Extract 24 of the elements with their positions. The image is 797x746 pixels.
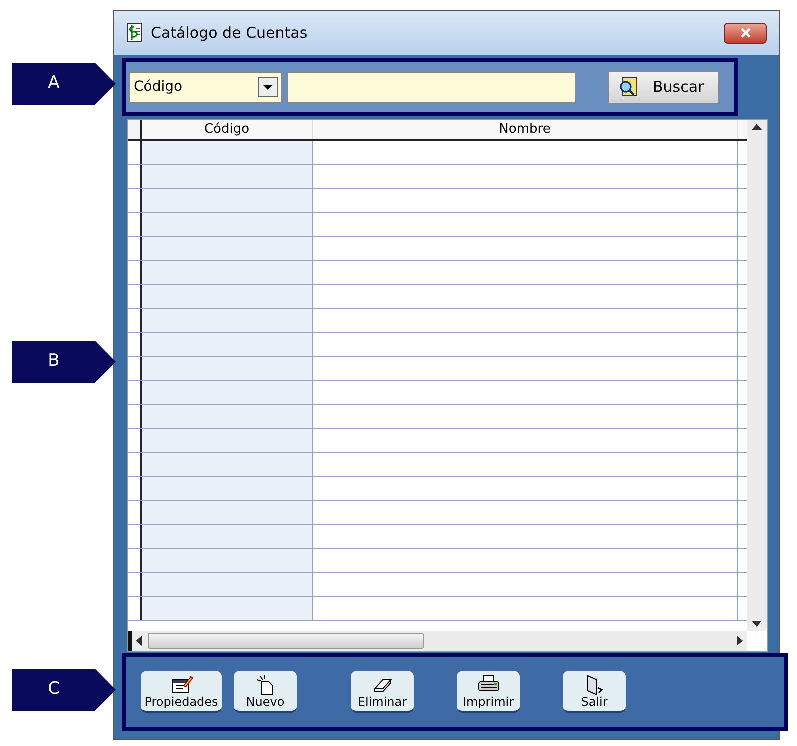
horizontal-scrollbar[interactable] bbox=[128, 631, 747, 651]
callout-marker: C bbox=[12, 669, 116, 711]
column-header[interactable]: Código bbox=[142, 120, 313, 139]
field-dropdown[interactable]: Código bbox=[129, 72, 282, 102]
callout-marker: A bbox=[12, 63, 116, 105]
scroll-down-icon bbox=[752, 621, 762, 627]
notepad-icon bbox=[170, 674, 194, 696]
toolbar-button[interactable]: Propiedades bbox=[141, 671, 222, 713]
column-header[interactable]: Nombre bbox=[313, 120, 738, 139]
search-input[interactable] bbox=[287, 72, 576, 102]
scroll-right-icon bbox=[737, 636, 743, 646]
toolbar-button[interactable]: Eliminar bbox=[351, 671, 414, 713]
ledger-dollar-icon bbox=[126, 23, 144, 43]
toolbar-button[interactable]: Salir bbox=[563, 671, 626, 713]
close-button[interactable] bbox=[724, 22, 767, 44]
toolbar-button[interactable]: Nuevo bbox=[234, 671, 297, 713]
close-icon bbox=[740, 28, 752, 38]
callout-marker: B bbox=[12, 341, 116, 383]
scroll-thumb[interactable] bbox=[148, 633, 424, 649]
toolbar-button[interactable]: Imprimir bbox=[457, 671, 520, 713]
scroll-up-icon bbox=[752, 124, 762, 130]
scroll-left-icon bbox=[136, 636, 142, 646]
window-title: Catálogo de Cuentas bbox=[151, 22, 308, 44]
search-button[interactable]: Buscar bbox=[608, 70, 719, 104]
